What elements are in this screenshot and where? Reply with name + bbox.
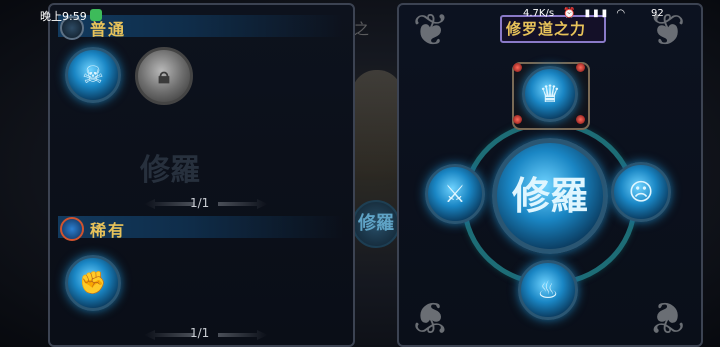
center-glyph: 修羅 — [511, 174, 588, 218]
rare-next-page-arrow-icon[interactable] — [218, 330, 268, 340]
skill-list-panel: 普通 ☠ 🔒︎ 修羅 1/1 稀有 ✊ 1/1 — [48, 3, 355, 347]
rare-page-indicator: 1/1 — [190, 326, 210, 340]
fist-icon: ✊ — [79, 270, 107, 296]
corner-ornament-icon: ❦ — [412, 291, 450, 342]
flame-claw-icon: ♨ — [537, 276, 559, 304]
left-strike-node[interactable]: ⚔ — [425, 164, 485, 224]
top-demon-helm-node[interactable]: ♛ — [522, 66, 578, 122]
scream-icon: ☹ — [628, 178, 654, 206]
fist-skill-button[interactable]: ✊ — [65, 255, 121, 311]
demon-helm-icon: ♛ — [539, 80, 561, 108]
common-page-indicator: 1/1 — [190, 196, 210, 210]
common-next-page-arrow-icon[interactable] — [218, 199, 268, 209]
rare-emblem-icon — [60, 217, 84, 241]
right-scream-node[interactable]: ☹ — [611, 162, 671, 222]
locked-skill-button[interactable]: 🔒︎ — [135, 47, 193, 105]
demon-face-icon: ☠ — [82, 61, 104, 89]
notification-app-icon — [90, 9, 102, 21]
rare-section-title: 稀有 — [90, 221, 127, 240]
corner-ornament-icon: ❦ — [648, 291, 686, 342]
status-time: 晚上9:59 — [40, 10, 87, 23]
signal-wifi-icons: ⏰ ▮▮▮ ◠ — [563, 8, 629, 19]
frame-gem-icon — [513, 63, 522, 72]
network-speed: 4.7K/s — [523, 8, 555, 19]
panel-watermark-glyph: 修羅 — [140, 153, 200, 188]
frame-gem-icon — [576, 115, 585, 124]
center-power-orb[interactable]: 修羅 — [492, 138, 608, 254]
background-character-figure — [352, 70, 402, 180]
battery-level: 92 — [651, 8, 664, 19]
system-status-bar: 晚上9:59 4.7K/s ⏰ ▮▮▮ ◠ 92 — [0, 0, 720, 30]
common-prev-page-arrow-icon[interactable] — [144, 199, 194, 209]
frame-gem-icon — [576, 63, 585, 72]
rare-prev-page-arrow-icon[interactable] — [144, 330, 194, 340]
padlock-icon: 🔒︎ — [158, 63, 170, 89]
demon-face-skill-button[interactable]: ☠ — [65, 47, 121, 103]
background-seal-icon: 修羅 — [352, 200, 400, 248]
bottom-flame-claw-node[interactable]: ♨ — [518, 260, 578, 320]
strike-icon: ⚔ — [444, 180, 466, 208]
frame-gem-icon — [513, 115, 522, 124]
